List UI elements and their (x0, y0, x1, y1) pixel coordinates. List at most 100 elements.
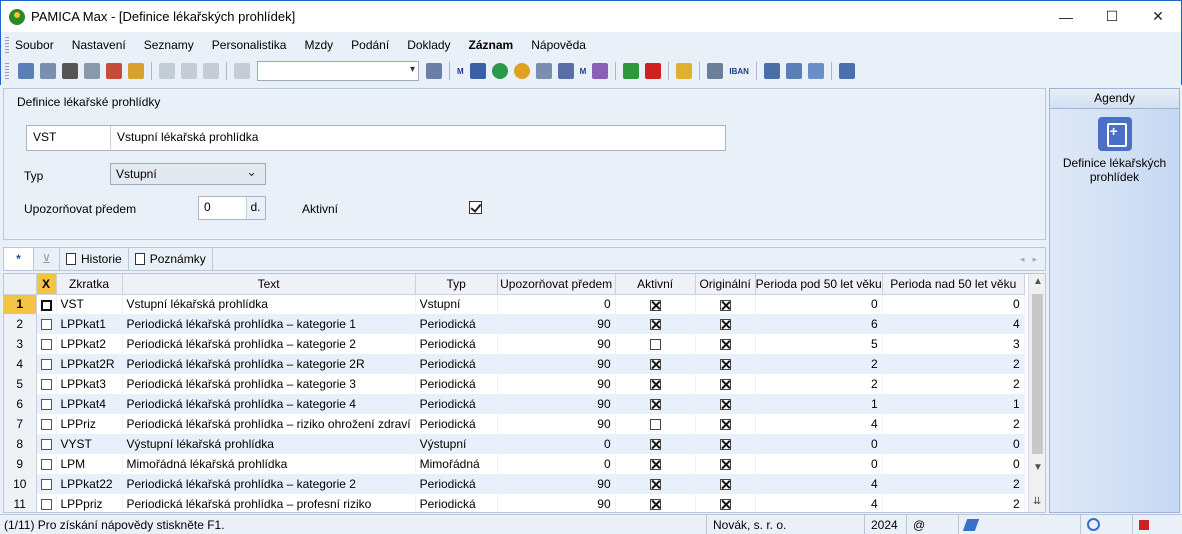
active-checkbox[interactable] (649, 499, 661, 511)
original-checkbox[interactable] (719, 439, 731, 451)
close-button[interactable]: ✕ (1135, 1, 1181, 32)
active-checkbox[interactable] (649, 459, 661, 471)
notify-days-input[interactable]: 0 (199, 197, 248, 219)
pdf-export-icon[interactable] (106, 63, 122, 79)
row-number[interactable]: 1 (4, 294, 37, 314)
row-number[interactable]: 6 (4, 394, 37, 414)
print-icon[interactable] (62, 63, 78, 79)
vertical-scrollbar[interactable]: ▲ ▼ ⇊ (1028, 274, 1045, 512)
table-row[interactable]: 5 LPPkat3 Periodická lékařská prohlídka – … (4, 374, 1025, 394)
original-checkbox[interactable] (719, 419, 731, 431)
filter-icon[interactable] (426, 63, 442, 79)
col-header-code[interactable]: Zkratka (56, 274, 123, 295)
row-select-checkbox[interactable] (40, 359, 52, 371)
tab-prev-icon[interactable]: ◂ (1020, 254, 1025, 265)
original-checkbox[interactable] (719, 499, 731, 511)
table-row[interactable]: 7 LPPriz Periodická lékařská prohlídka – r… (4, 414, 1025, 434)
table-row[interactable]: 2 LPPkat1 Periodická lékařská prohlídka – … (4, 314, 1025, 334)
tab-next-icon[interactable]: ▸ (1032, 254, 1037, 265)
active-checkbox[interactable] (649, 359, 661, 371)
row-select-checkbox[interactable] (40, 319, 52, 331)
col-header-active[interactable]: Aktivní (615, 274, 696, 295)
new-record-icon[interactable] (18, 63, 34, 79)
add-note-icon[interactable] (592, 63, 609, 79)
clock-icon[interactable] (535, 63, 552, 79)
col-header-original[interactable]: Originální (695, 274, 756, 295)
row-select-checkbox[interactable] (40, 399, 52, 411)
row-select-checkbox[interactable] (40, 299, 52, 311)
row-select-checkbox[interactable] (40, 499, 52, 511)
row-number[interactable]: 4 (4, 354, 37, 374)
scroll-up-icon[interactable]: ▲ (1033, 276, 1043, 287)
code-input[interactable]: VST (27, 126, 111, 150)
col-header-type[interactable]: Typ (415, 274, 498, 295)
row-number[interactable]: 2 (4, 314, 37, 334)
col-header-text[interactable]: Text (122, 274, 416, 295)
row-select-checkbox[interactable] (40, 439, 52, 451)
table-row[interactable]: 1 VST Vstupní lékařská prohlídka Vstupní 0 0 0 (4, 294, 1025, 314)
active-checkbox[interactable] (649, 339, 661, 351)
row-select-checkbox[interactable] (40, 339, 52, 351)
medical-check-icon[interactable] (1097, 117, 1132, 151)
table-row[interactable]: 4 LPPkat2R Periodická lékařská prohlídka –… (4, 354, 1025, 374)
col-header-notify[interactable]: Upozorňovat předem (497, 274, 616, 295)
monitor-icon[interactable] (763, 63, 780, 79)
row-number[interactable]: 7 (4, 414, 37, 434)
menu-podani[interactable]: Podání (351, 38, 389, 52)
active-checkbox[interactable] (649, 299, 661, 311)
green-flag-icon[interactable] (623, 63, 640, 79)
row-number[interactable]: 3 (4, 334, 37, 354)
menu-soubor[interactable]: Soubor (15, 38, 54, 52)
active-checkbox[interactable] (649, 379, 661, 391)
row-number[interactable]: 8 (4, 434, 37, 454)
active-checkbox[interactable] (649, 419, 661, 431)
red-flag-icon[interactable] (645, 63, 662, 79)
col-header-period-under[interactable]: Perioda pod 50 let věku (755, 274, 883, 295)
row-number[interactable]: 11 (4, 494, 37, 512)
tab-history[interactable]: Historie (60, 248, 129, 270)
copy-record-icon[interactable] (40, 63, 56, 79)
person-green-icon[interactable] (491, 63, 508, 79)
maximize-button[interactable]: ☐ (1089, 1, 1135, 32)
m-document-icon[interactable]: M (457, 67, 464, 76)
name-input[interactable]: Vstupní lékařská prohlídka (111, 126, 264, 150)
delete-icon[interactable] (203, 63, 219, 79)
red-flag-status-icon[interactable] (1139, 519, 1149, 530)
minimize-button[interactable]: — (1043, 1, 1089, 32)
scroll-thumb[interactable] (1032, 294, 1043, 454)
tab-all[interactable]: * (4, 248, 34, 270)
row-number[interactable]: 9 (4, 454, 37, 474)
print-preview-icon[interactable] (84, 63, 100, 79)
row-number[interactable]: 10 (4, 474, 37, 494)
save-icon[interactable] (181, 63, 197, 79)
edit-icon[interactable] (159, 63, 175, 79)
menu-zaznam[interactable]: Záznam (469, 38, 514, 52)
active-checkbox[interactable] (649, 439, 661, 451)
schedule-icon[interactable] (557, 63, 574, 79)
tab-filter[interactable]: ⊻ (34, 248, 60, 270)
row-select-checkbox[interactable] (40, 459, 52, 471)
active-checkbox[interactable] (649, 479, 661, 491)
validation-icon[interactable] (962, 518, 980, 531)
scroll-end-icon[interactable]: ⇊ (1033, 496, 1041, 507)
original-checkbox[interactable] (719, 339, 731, 351)
active-checkbox[interactable] (469, 201, 482, 214)
original-checkbox[interactable] (719, 359, 731, 371)
row-select-checkbox[interactable] (40, 479, 52, 491)
m-report-icon[interactable]: M (580, 67, 587, 76)
menu-personalistika[interactable]: Personalistika (212, 38, 287, 52)
table-row[interactable]: 3 LPPkat2 Periodická lékařská prohlídka – … (4, 334, 1025, 354)
calculator-icon[interactable] (707, 63, 724, 79)
type-select[interactable]: Vstupní (110, 163, 266, 185)
original-checkbox[interactable] (719, 319, 731, 331)
menu-seznamy[interactable]: Seznamy (144, 38, 194, 52)
help-pointer-icon[interactable] (838, 63, 855, 79)
toolbar-grip-icon[interactable] (5, 63, 9, 79)
menu-grip-icon[interactable] (5, 36, 9, 53)
tab-notes[interactable]: Poznámky (129, 248, 213, 270)
iban-icon[interactable]: IBAN (729, 67, 749, 76)
calendar-icon[interactable] (469, 63, 486, 79)
col-header-x[interactable]: X (36, 274, 57, 295)
table-row[interactable]: 6 LPPkat4 Periodická lékařská prohlídka – … (4, 394, 1025, 414)
person-orange-icon[interactable] (513, 63, 530, 79)
